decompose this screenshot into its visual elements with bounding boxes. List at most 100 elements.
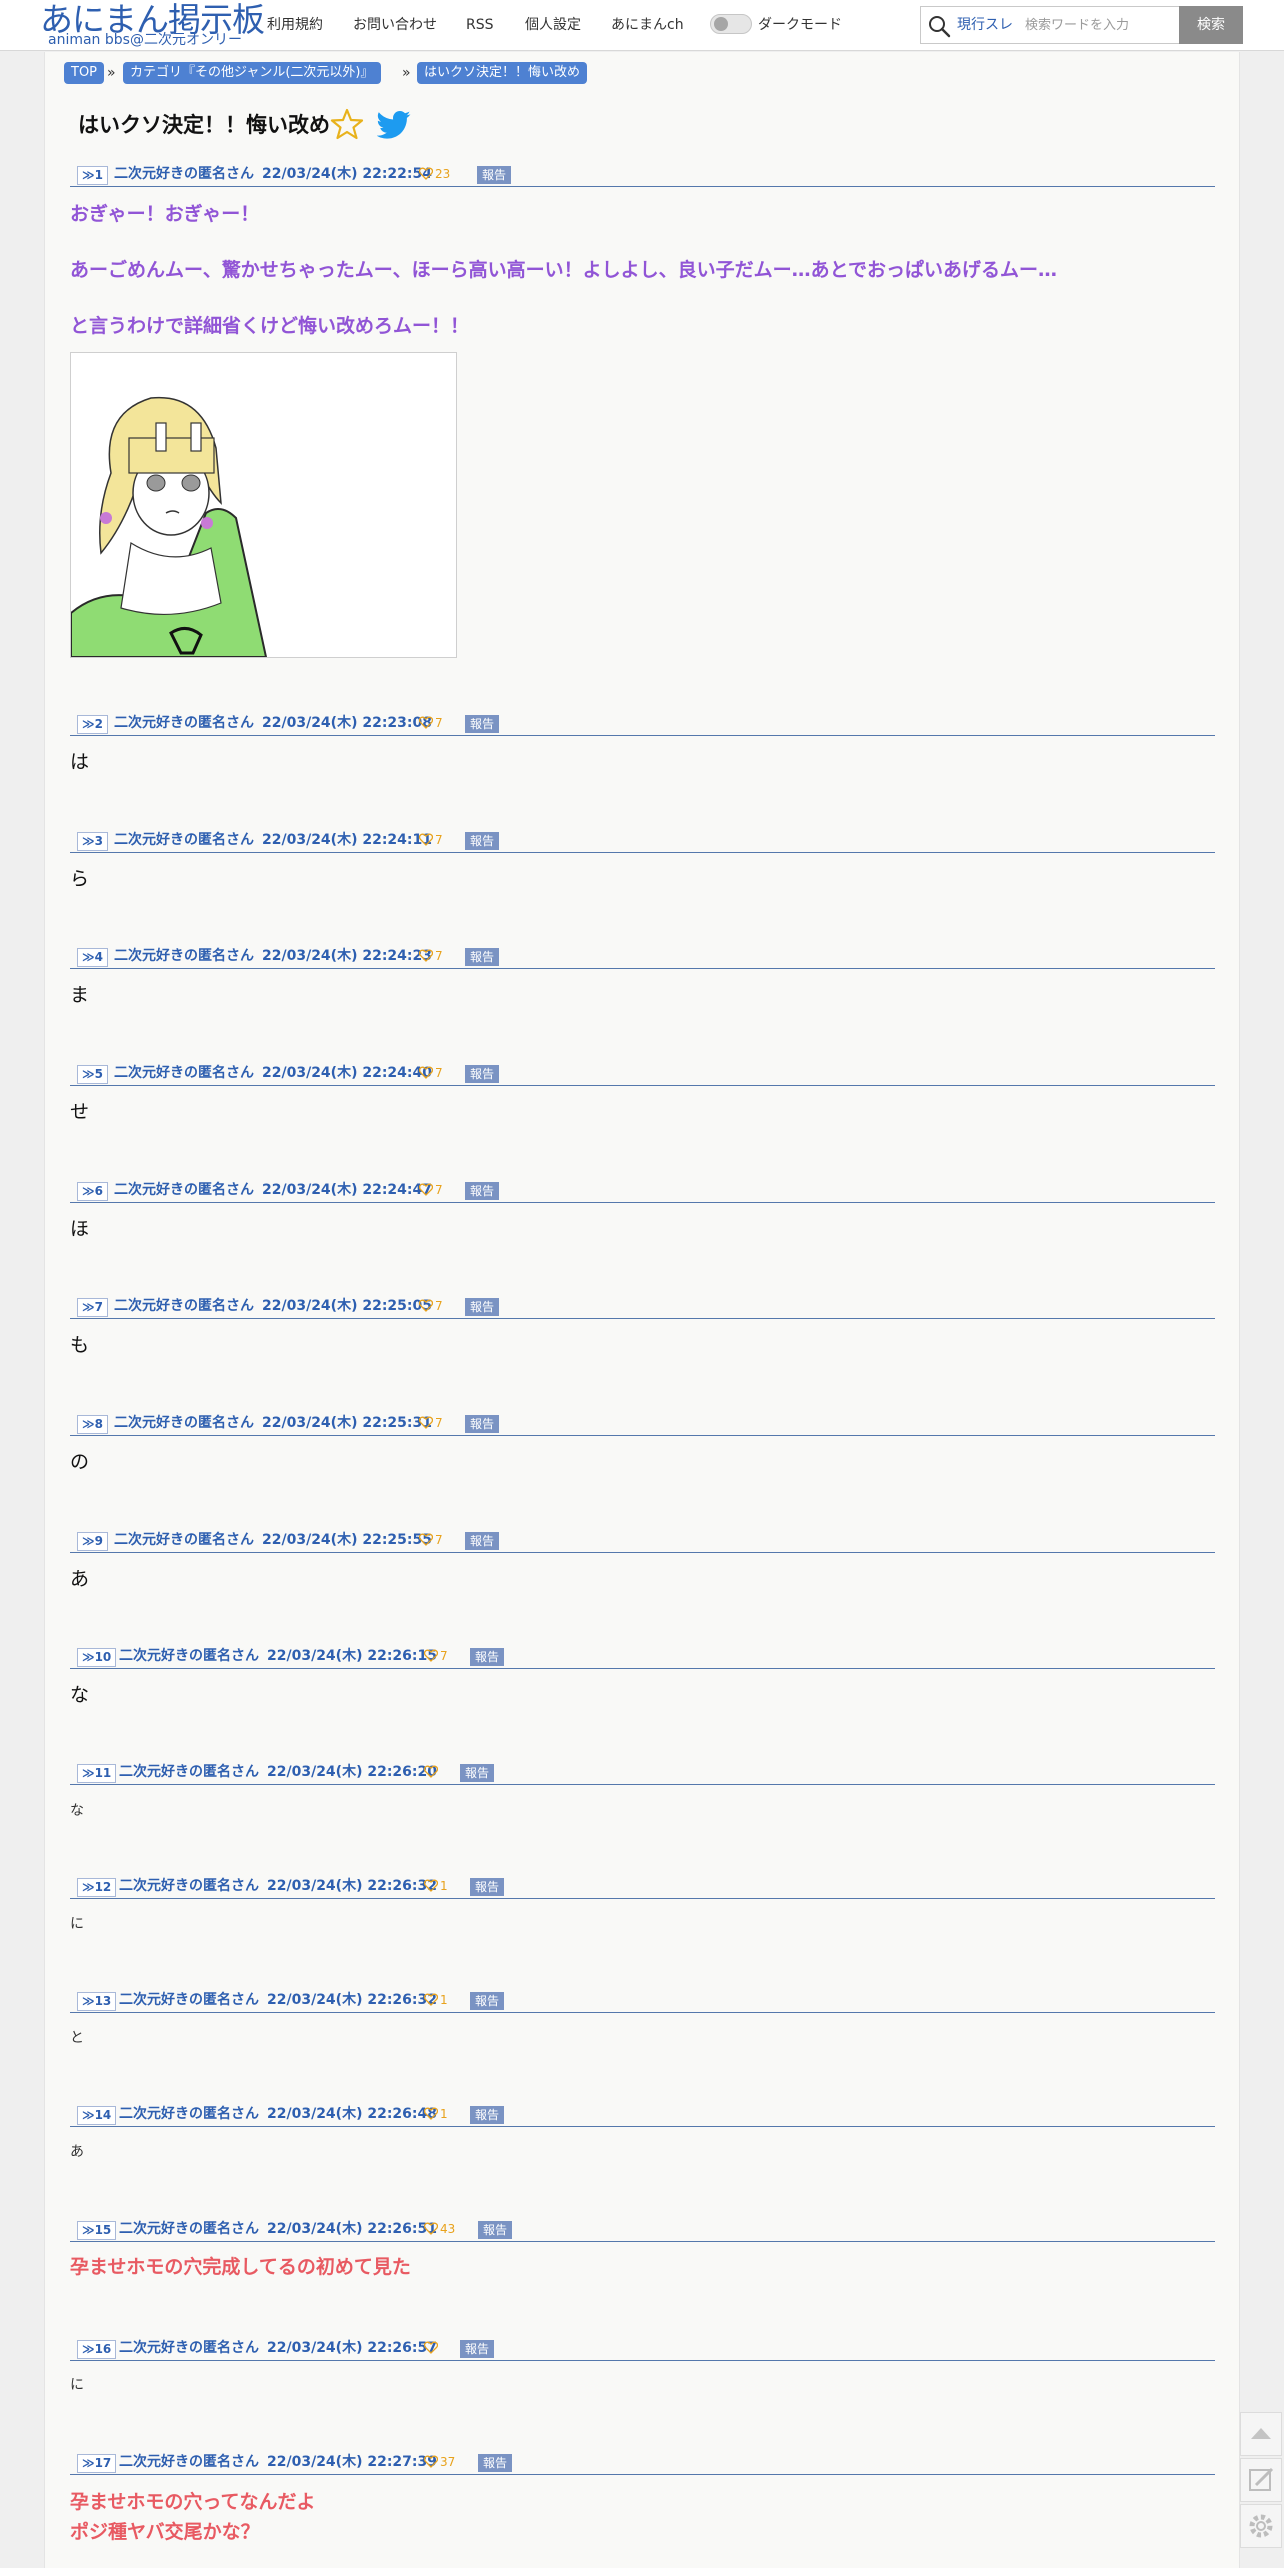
post-header: ≫14 二次元好きの匿名さん 22/03/24(木) 22:26:48 1 報告 [70, 2102, 1215, 2127]
heart-icon [418, 167, 434, 180]
like-button[interactable]: 7 [418, 1530, 443, 1549]
report-button[interactable]: 報告 [465, 1182, 500, 1200]
like-button[interactable]: 7 [418, 946, 443, 965]
report-button[interactable]: 報告 [478, 2454, 513, 2472]
post-number[interactable]: ≫13 [77, 1992, 117, 2011]
heart-icon [423, 1879, 439, 1892]
like-count: 7 [435, 949, 443, 963]
post-number[interactable]: ≫15 [77, 2221, 117, 2240]
post-number[interactable]: ≫17 [77, 2454, 117, 2473]
post-author: 二次元好きの匿名さん [114, 832, 254, 848]
like-button[interactable]: 37 [423, 2452, 456, 2471]
report-button[interactable]: 報告 [470, 1878, 505, 1896]
like-button[interactable]: 1 [423, 1876, 448, 1895]
report-button[interactable]: 報告 [478, 2221, 513, 2239]
report-button[interactable]: 報告 [470, 2106, 505, 2124]
star-icon[interactable] [330, 107, 364, 141]
breadcrumb-thread[interactable]: はいクソ決定！！悔い改め [417, 62, 588, 84]
like-count: 7 [435, 716, 443, 730]
search-icon [929, 16, 951, 38]
site-logo[interactable]: あにまん掲示板 animan bbs@二次元オンリー [40, 0, 265, 50]
heart-icon [418, 1416, 434, 1429]
report-button[interactable]: 報告 [460, 2340, 495, 2358]
like-button[interactable]: 7 [418, 1413, 443, 1432]
like-button[interactable]: 7 [418, 1296, 443, 1315]
like-count: 7 [435, 1416, 443, 1430]
post-body-text: に [70, 1916, 84, 1932]
search-scope[interactable]: 現行スレ [957, 16, 1013, 34]
post-number[interactable]: ≫9 [77, 1532, 108, 1551]
heart-icon [418, 716, 434, 729]
post-author: 二次元好きの匿名さん [119, 2454, 259, 2470]
nav-rss[interactable]: RSS [466, 15, 494, 35]
report-button[interactable]: 報告 [465, 1532, 500, 1550]
post-number[interactable]: ≫16 [77, 2340, 117, 2359]
post-number[interactable]: ≫6 [77, 1182, 108, 1201]
nav-terms[interactable]: 利用規約 [267, 15, 323, 35]
post-number[interactable]: ≫3 [77, 832, 108, 851]
like-button[interactable] [423, 2338, 440, 2357]
like-button[interactable]: 1 [423, 2104, 448, 2123]
post-header: ≫7 二次元好きの匿名さん 22/03/24(木) 22:25:05 7 報告 [70, 1294, 1215, 1319]
report-button[interactable]: 報告 [460, 1764, 495, 1782]
report-button[interactable]: 報告 [470, 1992, 505, 2010]
report-button[interactable]: 報告 [470, 1648, 505, 1666]
post-number[interactable]: ≫1 [77, 166, 108, 185]
edit-icon [1249, 2467, 1274, 2491]
dark-mode-toggle[interactable] [710, 14, 752, 34]
report-button[interactable]: 報告 [477, 166, 512, 184]
post-number[interactable]: ≫5 [77, 1065, 108, 1084]
post-body-text: おぎゃー！おぎゃー！ [70, 203, 260, 225]
like-button[interactable]: 43 [423, 2219, 456, 2238]
post-header: ≫1 二次元好きの匿名さん 22/03/24(木) 22:22:54 23 報告 [70, 162, 1215, 187]
post-number[interactable]: ≫11 [77, 1764, 117, 1783]
settings-button[interactable] [1240, 2504, 1282, 2548]
like-button[interactable]: 7 [418, 713, 443, 732]
scroll-top-button[interactable] [1240, 2412, 1282, 2456]
post-number[interactable]: ≫7 [77, 1298, 108, 1317]
like-count: 37 [440, 2455, 456, 2469]
post-body-text: 孕ませホモの穴完成してるの初めて見た [70, 2256, 411, 2278]
post-number[interactable]: ≫12 [77, 1878, 117, 1897]
report-button[interactable]: 報告 [465, 948, 500, 966]
like-button[interactable]: 1 [423, 1990, 448, 2009]
like-button[interactable]: 7 [418, 1180, 443, 1199]
search-input[interactable] [1021, 11, 1201, 39]
breadcrumb-separator: » [107, 65, 116, 81]
post-number[interactable]: ≫4 [77, 948, 108, 967]
post-number[interactable]: ≫8 [77, 1415, 108, 1434]
heart-icon [423, 2222, 439, 2235]
write-post-button[interactable] [1240, 2458, 1282, 2502]
report-button[interactable]: 報告 [465, 832, 500, 850]
post-date: 22/03/24(木) 22:25:55 [262, 1532, 432, 1548]
twitter-icon[interactable] [377, 110, 411, 140]
like-button[interactable]: 7 [418, 830, 443, 849]
nav-animanch[interactable]: あにまんch [611, 15, 684, 35]
like-button[interactable]: 23 [418, 164, 451, 183]
post-header: ≫2 二次元好きの匿名さん 22/03/24(木) 22:23:08 7 報告 [70, 711, 1215, 736]
like-count: 23 [435, 167, 451, 181]
like-button[interactable] [423, 1762, 440, 1781]
post-number[interactable]: ≫14 [77, 2106, 117, 2125]
post-body-text: な [70, 1684, 90, 1706]
breadcrumb-top[interactable]: TOP [64, 62, 105, 84]
report-button[interactable]: 報告 [465, 1065, 500, 1083]
heart-icon [418, 1066, 434, 1079]
report-button[interactable]: 報告 [465, 715, 500, 733]
like-button[interactable]: 7 [423, 1646, 448, 1665]
post-author: 二次元好きの匿名さん [114, 166, 254, 182]
post-image[interactable] [70, 352, 457, 658]
nav-contact[interactable]: お問い合わせ [353, 15, 437, 35]
post-author: 二次元好きの匿名さん [114, 1298, 254, 1314]
like-count: 1 [440, 2107, 448, 2121]
like-count: 43 [440, 2222, 456, 2236]
breadcrumb-separator: » [402, 65, 411, 81]
search-button[interactable]: 検索 [1179, 6, 1243, 44]
nav-settings[interactable]: 個人設定 [525, 15, 581, 35]
like-button[interactable]: 7 [418, 1063, 443, 1082]
post-number[interactable]: ≫10 [77, 1648, 117, 1667]
post-number[interactable]: ≫2 [77, 715, 108, 734]
report-button[interactable]: 報告 [465, 1298, 500, 1316]
report-button[interactable]: 報告 [465, 1415, 500, 1433]
breadcrumb-category[interactable]: カテゴリ『その他ジャンル(二次元以外)』 [123, 62, 381, 84]
